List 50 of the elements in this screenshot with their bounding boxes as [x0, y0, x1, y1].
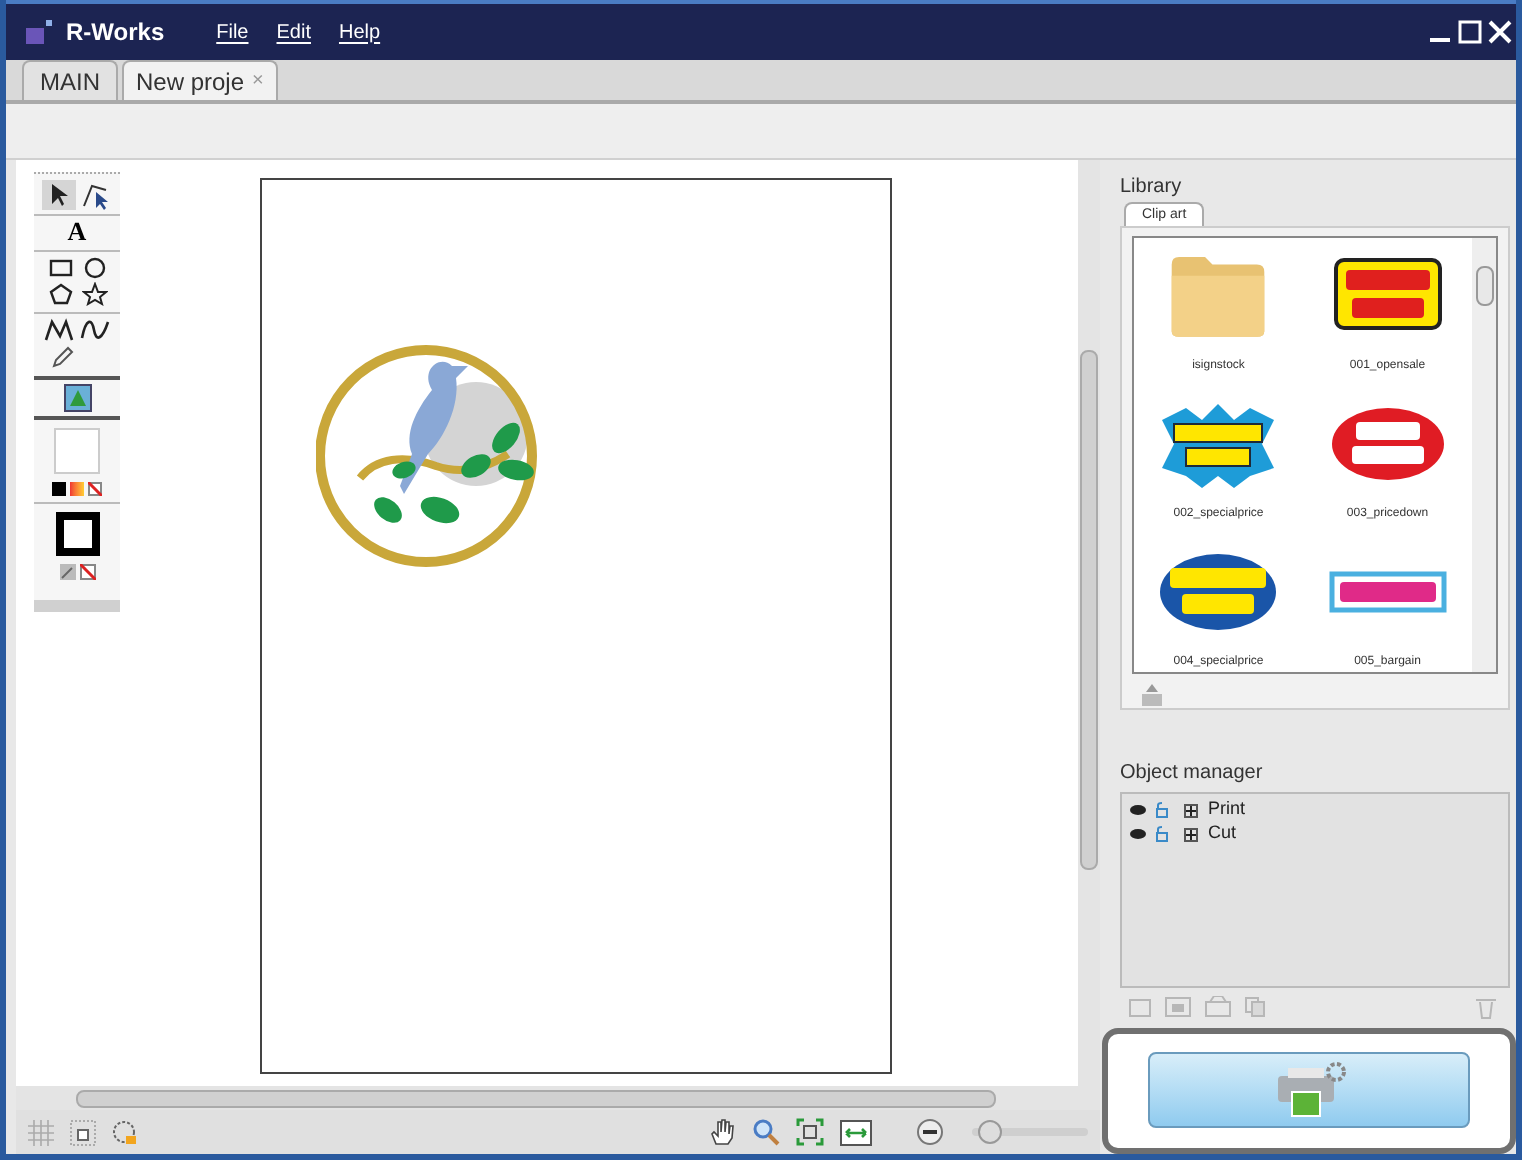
toolbox-footer [34, 600, 120, 612]
horizontal-scrollbar[interactable] [16, 1086, 1100, 1110]
menu-item[interactable]: File [216, 17, 249, 47]
star-tool-icon[interactable] [81, 282, 107, 306]
curve-tool-icon[interactable] [80, 318, 110, 342]
lock-icon[interactable] [1156, 826, 1168, 842]
lock-icon[interactable] [1156, 802, 1168, 818]
text-tool[interactable]: A [67, 216, 87, 248]
fill-tool-icon[interactable] [63, 384, 91, 412]
menu-item[interactable]: Help [338, 17, 381, 47]
gradient-fill-icon[interactable] [70, 482, 84, 496]
menu-item[interactable]: Edit [276, 17, 311, 47]
polyline-tool-icon[interactable] [44, 318, 74, 342]
scrollbar-thumb[interactable] [1475, 266, 1493, 306]
library-scrollbar[interactable] [1472, 238, 1496, 672]
tab[interactable]: New proje × [122, 60, 278, 100]
no-stroke-icon[interactable] [79, 564, 95, 580]
layer-item[interactable]: Cut [1208, 820, 1237, 848]
pencil-tool-icon[interactable] [50, 344, 76, 370]
zoom-slider-thumb[interactable] [977, 1120, 1002, 1144]
snap-icon[interactable] [70, 1119, 96, 1145]
fill-color-swatch[interactable] [54, 428, 100, 474]
zoom-icon[interactable] [752, 1118, 780, 1146]
layer-item[interactable]: Print [1208, 796, 1246, 824]
tab[interactable]: MAIN [22, 60, 118, 100]
pointer-tool-icon[interactable] [41, 180, 75, 210]
hand-icon[interactable] [708, 1118, 736, 1146]
scrollbar-thumb[interactable] [76, 1089, 996, 1107]
maximize-icon[interactable] [1458, 20, 1482, 44]
ellipse-tool-icon[interactable] [81, 256, 107, 280]
polygon-tool-icon[interactable] [47, 282, 73, 306]
zoom-out-icon[interactable] [916, 1118, 944, 1146]
stroke-pen-icon[interactable] [59, 564, 75, 580]
close-icon[interactable] [1488, 20, 1512, 44]
node-tool-icon[interactable] [79, 180, 113, 210]
panel-title: Library [1120, 174, 1184, 202]
no-fill-icon[interactable] [88, 482, 102, 496]
rectangle-tool-icon[interactable] [47, 256, 73, 280]
print-button[interactable] [1148, 1052, 1470, 1129]
scrollbar-thumb[interactable] [1080, 350, 1098, 870]
vertical-scrollbar[interactable] [1078, 160, 1100, 1086]
panel-title: Object manager [1120, 760, 1265, 788]
import-icon[interactable] [1140, 684, 1164, 708]
fit-width-icon[interactable] [840, 1119, 872, 1145]
expander-icon[interactable] [1184, 827, 1198, 841]
fit-page-icon[interactable] [796, 1118, 824, 1146]
expander-icon[interactable] [1184, 803, 1198, 817]
stroke-color-swatch[interactable] [55, 512, 99, 556]
window-title: R-Works [66, 16, 165, 50]
app-logo-icon [26, 20, 54, 44]
